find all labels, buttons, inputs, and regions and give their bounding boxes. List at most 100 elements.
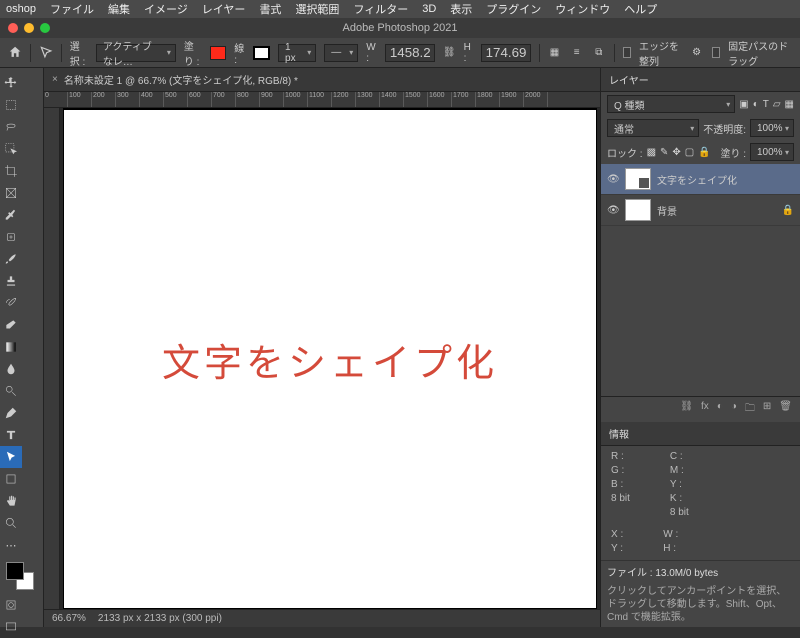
visibility-toggle-icon[interactable]: 👁: [607, 174, 619, 185]
menu-image[interactable]: イメージ: [144, 1, 188, 17]
lasso-tool[interactable]: [0, 116, 22, 138]
shape-text[interactable]: 文字をシェイプ化: [162, 332, 498, 387]
shape-width-field[interactable]: [385, 44, 435, 62]
path-selection-tool[interactable]: [0, 446, 22, 468]
brush-tool[interactable]: [0, 248, 22, 270]
lock-pixels-icon[interactable]: ✎: [660, 147, 668, 158]
link-layers-icon[interactable]: ⛓: [680, 401, 693, 418]
lock-artboard-icon[interactable]: ▢: [685, 147, 694, 158]
align-edges-checkbox[interactable]: [623, 47, 631, 58]
lock-all-icon[interactable]: 🔒: [698, 147, 710, 158]
layers-panel-title[interactable]: レイヤー: [601, 68, 800, 92]
info-panel-title[interactable]: 情報: [601, 422, 800, 446]
move-tool[interactable]: [0, 72, 22, 94]
frame-tool[interactable]: [0, 182, 22, 204]
crop-tool[interactable]: [0, 160, 22, 182]
document-tab[interactable]: 名称未設定 1 @ 66.7% (文字をシェイプ化, RGB/8) *: [64, 72, 298, 87]
menu-layer[interactable]: レイヤー: [202, 1, 246, 17]
mask-icon[interactable]: ◐: [717, 401, 723, 418]
menu-plugins[interactable]: プラグイン: [486, 1, 541, 17]
select-layer-dropdown[interactable]: アクティブなレ…: [96, 44, 176, 62]
fill-color-swatch[interactable]: [210, 46, 226, 60]
eraser-tool[interactable]: [0, 314, 22, 336]
fx-icon[interactable]: fx: [701, 401, 709, 418]
arrange-icon[interactable]: ⧉: [592, 43, 606, 63]
stamp-tool[interactable]: [0, 270, 22, 292]
filter-smart-icon[interactable]: ▦: [785, 99, 794, 110]
filter-type-icon[interactable]: T: [763, 99, 769, 110]
align-icon[interactable]: ≡: [570, 43, 584, 63]
zoom-tool[interactable]: [0, 512, 22, 534]
close-tab-button[interactable]: ×: [52, 74, 58, 85]
opacity-field[interactable]: 100%: [750, 119, 794, 137]
history-brush-tool[interactable]: [0, 292, 22, 314]
healing-tool[interactable]: [0, 226, 22, 248]
document-tab-bar: × 名称未設定 1 @ 66.7% (文字をシェイプ化, RGB/8) *: [44, 68, 600, 92]
zoom-value[interactable]: 66.67%: [52, 613, 86, 624]
constrain-path-drag-checkbox[interactable]: [712, 47, 720, 58]
layer-filter-dropdown[interactable]: Q 種類: [607, 95, 735, 113]
menu-window[interactable]: ウィンドウ: [555, 1, 610, 17]
delete-layer-icon[interactable]: 🗑: [779, 401, 792, 418]
new-layer-icon[interactable]: ⊞: [763, 401, 771, 418]
layer-thumbnail[interactable]: [625, 199, 651, 221]
menu-file[interactable]: ファイル: [50, 1, 94, 17]
menu-edit[interactable]: 編集: [108, 1, 130, 17]
quick-mask-button[interactable]: [0, 594, 22, 616]
filter-pixel-icon[interactable]: ▣: [739, 99, 748, 110]
link-wh-icon[interactable]: ⛓: [443, 47, 456, 58]
type-tool[interactable]: [0, 424, 22, 446]
dodge-tool[interactable]: [0, 380, 22, 402]
fill-opacity-field[interactable]: 100%: [750, 143, 794, 161]
close-window-button[interactable]: [8, 23, 18, 33]
menu-filter[interactable]: フィルター: [353, 1, 408, 17]
menu-app[interactable]: oshop: [6, 3, 36, 15]
edit-toolbar-button[interactable]: ⋯: [0, 534, 22, 556]
info-color-readout: R : G : B : 8 bit C : M : Y : K : 8 bit: [601, 446, 800, 524]
layer-row-background[interactable]: 👁 背景 🔒: [601, 195, 800, 226]
zoom-window-button[interactable]: [40, 23, 50, 33]
gear-icon[interactable]: ⚙: [690, 43, 704, 63]
ruler-vertical[interactable]: [44, 108, 60, 609]
foreground-color-swatch[interactable]: [6, 562, 24, 580]
menu-help[interactable]: ヘルプ: [624, 1, 657, 17]
doc-dimensions[interactable]: 2133 px x 2133 px (300 ppi): [98, 613, 222, 624]
lock-transparency-icon[interactable]: ▩: [647, 147, 656, 158]
layer-name[interactable]: 背景: [657, 203, 677, 218]
stroke-color-swatch[interactable]: [253, 46, 270, 60]
menu-view[interactable]: 表示: [450, 1, 472, 17]
group-icon[interactable]: 🗀: [745, 401, 755, 418]
marquee-tool[interactable]: [0, 94, 22, 116]
shape-height-field[interactable]: [481, 44, 531, 62]
layer-thumbnail[interactable]: [625, 168, 651, 190]
document-canvas[interactable]: 文字をシェイプ化: [64, 108, 596, 608]
layer-row-shape[interactable]: 👁 文字をシェイプ化: [601, 164, 800, 195]
layer-name[interactable]: 文字をシェイプ化: [657, 172, 737, 187]
hand-tool[interactable]: [0, 490, 22, 512]
lock-position-icon[interactable]: ✥: [672, 147, 680, 158]
canvas-viewport[interactable]: 文字をシェイプ化: [60, 108, 600, 609]
direct-selection-tool-icon[interactable]: [39, 43, 53, 63]
gradient-tool[interactable]: [0, 336, 22, 358]
filter-shape-icon[interactable]: ▱: [773, 99, 781, 110]
path-ops-icon[interactable]: ▦: [547, 43, 561, 63]
object-select-tool[interactable]: [0, 138, 22, 160]
color-swatches[interactable]: [0, 560, 43, 594]
minimize-window-button[interactable]: [24, 23, 34, 33]
stroke-width-field[interactable]: 1 px: [278, 44, 316, 62]
stroke-style-dropdown[interactable]: —: [324, 44, 358, 62]
home-icon[interactable]: [8, 43, 22, 63]
menu-type[interactable]: 書式: [259, 1, 281, 17]
pen-tool[interactable]: [0, 402, 22, 424]
menu-select[interactable]: 選択範囲: [295, 1, 339, 17]
adjustment-icon[interactable]: ◑: [731, 401, 737, 418]
filter-adjust-icon[interactable]: ◐: [753, 99, 759, 110]
blend-mode-dropdown[interactable]: 通常: [607, 119, 699, 137]
rectangle-tool[interactable]: [0, 468, 22, 490]
eyedropper-tool[interactable]: [0, 204, 22, 226]
screen-mode-button[interactable]: [0, 616, 22, 638]
ruler-horizontal[interactable]: 0100200300400500600700800900100011001200…: [44, 92, 600, 108]
blur-tool[interactable]: [0, 358, 22, 380]
menu-3d[interactable]: 3D: [422, 3, 436, 15]
visibility-toggle-icon[interactable]: 👁: [607, 205, 619, 216]
